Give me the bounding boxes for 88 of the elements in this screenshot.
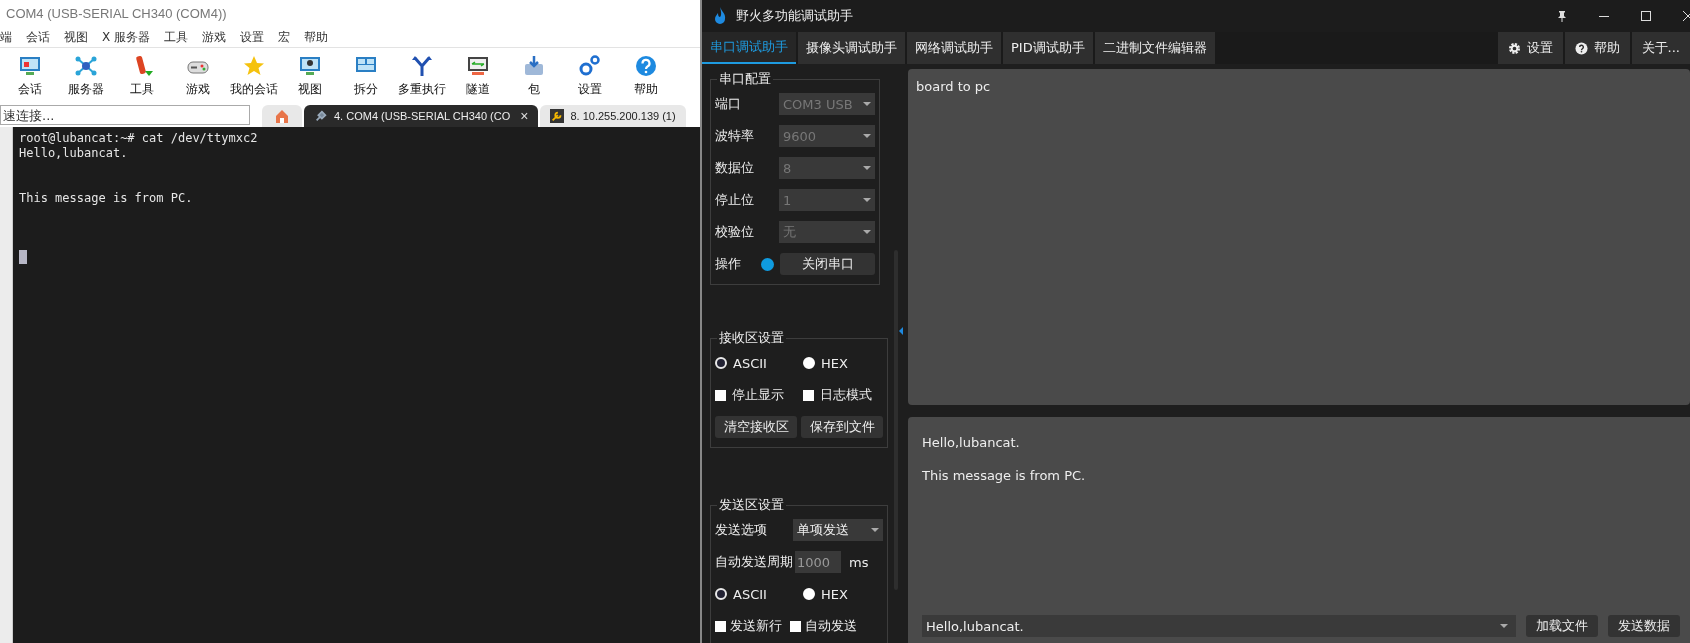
pin-icon[interactable] [1556,10,1568,22]
toolbar-button[interactable]: 会话 [2,53,58,98]
group-title: 发送区设置 [718,496,785,514]
menu-item[interactable]: 工具 [164,28,189,46]
window-title: 野火多功能调试助手 [736,7,853,25]
terminal-line: Hello,lubancat. [19,146,128,161]
caret-icon [863,166,871,170]
send-text-line: This message is from PC. [922,468,1086,483]
checkbox[interactable]: 自动发送 [790,617,857,635]
toolbar-button[interactable]: 关于... [1631,32,1690,64]
field-label: 校验位 [715,223,755,241]
radio-button[interactable]: ASCII [715,355,795,371]
caret-icon [1500,624,1508,628]
toolbar-button[interactable]: 帮助 [1564,32,1630,64]
action-button[interactable]: 保存到文件 [801,416,883,438]
wrench-icon [550,109,565,123]
radio-button[interactable]: HEX [803,586,883,602]
close-port-button[interactable]: 关闭串口 [780,253,875,275]
checkbox[interactable]: 日志模式 [803,386,883,404]
field-label: 数据位 [715,159,755,177]
toolbar-button[interactable]: 设置 [1497,32,1563,64]
caret-icon [863,230,871,234]
maximize-icon[interactable] [1640,10,1652,22]
toolbar-button[interactable]: 隧道 [450,53,506,98]
unit-label: ms [849,554,869,570]
field-label: 自动发送周期 [715,553,793,571]
tab[interactable]: 二进制文件编辑器 [1094,32,1215,64]
tab[interactable]: 网络调试助手 [907,32,1001,64]
toolbar-button[interactable]: 设置 [562,53,618,98]
menu-item[interactable]: X 服务器 [102,28,151,46]
dropdown[interactable]: 单项发送 [793,519,883,541]
checkbox[interactable]: 发送新行 [715,617,782,635]
toolbar-button[interactable]: 帮助 [618,53,674,98]
menu-item[interactable]: 帮助 [304,28,329,46]
menu-item[interactable]: 视图 [64,28,88,46]
menu-item[interactable]: 设置 [240,28,265,46]
tab[interactable]: 串口调试助手 [702,32,796,64]
tab[interactable]: 摄像头调试助手 [798,32,905,64]
menu-item[interactable]: 端 [0,28,12,46]
radio-button[interactable]: ASCII [715,586,795,602]
terminal-screen[interactable]: root@lubancat:~# cat /dev/ttymxc2 Hello,lubancat. This message is from PC. [13,127,700,643]
send-text-line: Hello,lubancat. [922,435,1020,450]
caret-icon [863,198,871,202]
help-icon [1574,41,1588,55]
menu-item[interactable]: 宏 [278,28,291,46]
session-tab[interactable] [262,105,302,127]
checkbox[interactable]: 停止显示 [715,386,795,404]
help-icon [634,53,658,78]
plug-icon [314,109,328,123]
caret-icon [871,528,879,532]
radio-button[interactable]: HEX [803,355,883,371]
toolbar-button[interactable]: 我的会话 [226,53,282,98]
session-tab[interactable]: 8. 10.255.200.139 (1) [540,105,686,127]
group-title: 串口配置 [718,70,772,88]
drive-icon [522,53,546,78]
toolbar-button[interactable]: 拆分 [338,53,394,98]
action-button[interactable]: 清空接收区 [715,416,797,438]
field-label: 发送选项 [715,521,768,539]
toolbar-button[interactable]: 游戏 [170,53,226,98]
period-field[interactable]: 1000 [795,551,841,573]
field-label: 停止位 [715,191,755,209]
window-title: COM4 (USB-SERIAL CH340 (COM4)) [6,6,227,21]
field-label: 操作 [715,255,742,273]
close-tab-button[interactable]: × [520,108,529,124]
caret-icon [863,134,871,138]
toolbar-button[interactable]: 工具 [114,53,170,98]
flame-icon [712,6,728,26]
group-title: 接收区设置 [718,329,785,347]
action-button[interactable]: 加载文件 [1526,615,1598,637]
session-tab[interactable]: 4. COM4 (USB-SERIAL CH340 (CO × [304,105,539,127]
menu-item[interactable]: 会话 [26,28,50,46]
field-label: 波特率 [715,127,755,145]
received-text: board to pc [916,79,991,94]
send-input[interactable]: Hello,lubancat. [922,615,1516,637]
toolbar-button[interactable]: 包 [506,53,562,98]
house-icon [274,108,290,124]
field-label: 端口 [715,95,742,113]
quick-connect-field[interactable]: 速连接... [0,105,250,125]
caret-icon [863,102,871,106]
terminal-line: root@lubancat:~# cat /dev/ttymxc2 [19,131,258,146]
terminal-line: This message is from PC. [19,191,193,206]
text-cursor [19,250,27,264]
tab[interactable]: PID调试助手 [1003,32,1093,64]
toolbar-button[interactable]: 服务器 [58,53,114,98]
menu-item[interactable]: 游戏 [202,28,227,46]
action-button[interactable]: 发送数据 [1608,615,1680,637]
toolbar-button[interactable]: 视图 [282,53,338,98]
toolbar-button[interactable]: 多重执行 [394,53,450,98]
